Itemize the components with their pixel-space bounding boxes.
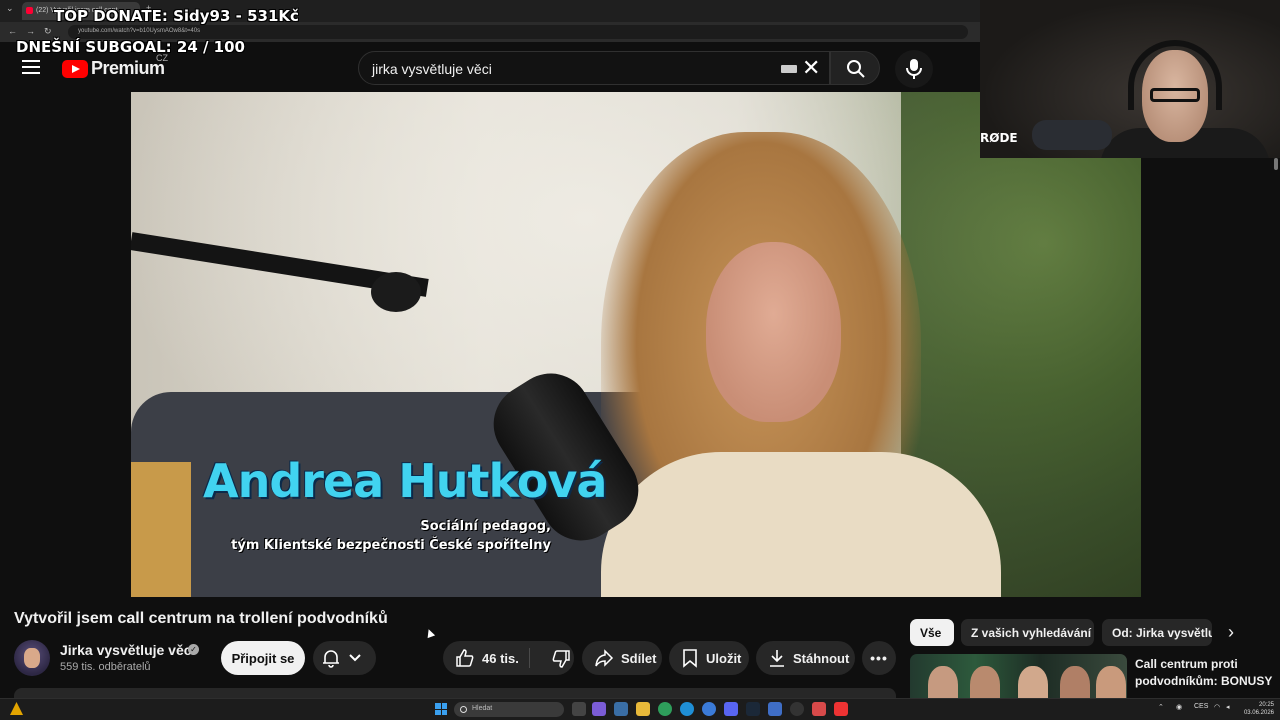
save-label: Uložit (706, 650, 742, 666)
task-view-icon[interactable] (572, 702, 586, 716)
video-player[interactable]: Andrea Hutková Sociální pedagog, tým Kli… (131, 92, 1141, 597)
share-button[interactable]: Sdílet (582, 641, 662, 675)
wifi-icon[interactable]: ◠ (1214, 703, 1220, 711)
clock-date: 03.06.2026 (1243, 710, 1274, 716)
youtube-play-icon (62, 59, 88, 78)
discord-icon[interactable] (724, 702, 738, 716)
top-donate-overlay: TOP DONATE: Sidy93 - 531Kč (54, 7, 299, 25)
join-button[interactable]: Připojit se (221, 641, 305, 675)
video-pillow (131, 462, 191, 597)
webcam-brand: RØDE (980, 131, 1018, 145)
edge-icon[interactable] (680, 702, 694, 716)
voice-search-button[interactable] (895, 50, 933, 88)
verified-check-icon: ✓ (188, 644, 199, 655)
network-icon[interactable]: ◉ (1176, 703, 1182, 711)
chip-from-searches[interactable]: Z vašich vyhledávání (961, 619, 1094, 646)
lower-third-role-line1: Sociální pedagog, (420, 519, 551, 534)
bookmark-icon (683, 649, 697, 668)
chip-from-channel[interactable]: Od: Jirka vysvětluje věci (1102, 619, 1212, 646)
tray-arrow-icon[interactable]: ⌃ (1158, 703, 1164, 711)
more-actions-button[interactable]: ••• (862, 641, 896, 675)
obs-icon[interactable] (790, 702, 804, 716)
forward-arrow-icon[interactable]: → (26, 26, 35, 36)
mouse-cursor (424, 627, 436, 639)
volume-icon[interactable]: ◂ (1226, 703, 1230, 711)
chevron-right-icon[interactable]: › (1228, 622, 1234, 643)
clock-time: 20:25 (1258, 702, 1274, 708)
description-box[interactable] (14, 688, 896, 698)
download-button[interactable]: Stáhnout (756, 641, 855, 675)
page-scrollbar[interactable] (1274, 158, 1278, 170)
microphone-icon (906, 59, 922, 79)
tab-list-icon[interactable]: ⌄ (6, 3, 14, 14)
download-icon (770, 650, 784, 667)
back-arrow-icon[interactable]: ← (8, 26, 17, 36)
recommended-video-title[interactable]: Call centrum proti podvodníkům: BONUSY (1135, 656, 1275, 690)
webcam-microphone (1032, 120, 1112, 150)
recommended-video-thumbnail[interactable] (910, 654, 1127, 700)
download-label: Stáhnout (793, 650, 850, 666)
windows-taskbar: Hledat ⌃ ◉ CES ◠ ◂ 20:25 03.06.2026 (0, 698, 1280, 720)
hamburger-menu-icon[interactable] (22, 60, 40, 74)
channel-name[interactable]: Jirka vysvětluje věci (60, 642, 195, 658)
search-button[interactable] (830, 51, 880, 85)
chevron-down-icon (349, 654, 361, 662)
bell-icon (323, 650, 339, 668)
chip-all[interactable]: Vše (910, 619, 954, 646)
like-separator (529, 648, 530, 668)
lower-third-role: Sociální pedagog, tým Klientské bezpečno… (221, 517, 551, 555)
windows-start-icon[interactable] (435, 703, 447, 715)
taskbar-search[interactable]: Hledat (454, 702, 564, 717)
video-mic-clamp (371, 272, 421, 312)
thumbs-up-icon (456, 649, 474, 667)
widgets-icon[interactable] (592, 702, 606, 716)
search-icon (847, 60, 865, 78)
video-title: Vytvořil jsem call centrum na trollení p… (14, 610, 388, 627)
app-icon[interactable] (768, 702, 782, 716)
subscriber-count: 559 tis. odběratelů (60, 661, 151, 673)
steam-icon[interactable] (746, 702, 760, 716)
app-icon[interactable] (812, 702, 826, 716)
video-guest-face (706, 242, 841, 422)
explorer-icon[interactable] (614, 702, 628, 716)
streamer-webcam: RØDE (980, 0, 1280, 158)
reload-icon[interactable]: ↻ (44, 26, 52, 37)
clear-search-icon[interactable]: ✕ (802, 55, 820, 81)
youtube-favicon-icon (26, 7, 33, 14)
thumbs-down-icon[interactable] (551, 649, 571, 669)
keyboard-icon[interactable] (781, 65, 797, 73)
search-input[interactable]: jirka vysvětluje věci ✕ (358, 51, 830, 85)
notifications-button[interactable] (313, 641, 376, 675)
address-url: youtube.com/watch?v=b10UysmAOw8&t=40s (78, 28, 201, 34)
lower-third-role-line2: tým Klientské bezpečnosti České spořitel… (231, 538, 551, 553)
address-bar[interactable]: youtube.com/watch?v=b10UysmAOw8&t=40s (68, 25, 968, 39)
subgoal-overlay: DNEŠNÍ SUBGOAL: 24 / 100 (16, 38, 245, 56)
search-query: jirka vysvětluje věci (372, 61, 492, 77)
share-label: Sdílet (621, 650, 657, 666)
avatar[interactable] (14, 640, 50, 676)
like-count: 46 tis. (482, 650, 519, 666)
language-indicator[interactable]: CES (1194, 703, 1208, 710)
share-icon (595, 649, 614, 667)
chrome-icon[interactable] (658, 702, 672, 716)
save-button[interactable]: Uložit (669, 641, 749, 675)
folder-icon[interactable] (636, 702, 650, 716)
warning-icon[interactable] (10, 702, 23, 715)
taskbar-clock[interactable]: 20:25 03.06.2026 (1240, 701, 1274, 717)
webcam-glasses (1150, 88, 1200, 102)
like-button[interactable]: 46 tis. (443, 641, 574, 675)
lower-third-name: Andrea Hutková (203, 454, 607, 508)
video-guest-body (601, 452, 1001, 597)
browser-icon[interactable] (702, 702, 716, 716)
youtube-premium-logo[interactable]: Premium (62, 58, 165, 79)
logo-text: Premium (91, 58, 165, 78)
app-icon[interactable] (834, 702, 848, 716)
